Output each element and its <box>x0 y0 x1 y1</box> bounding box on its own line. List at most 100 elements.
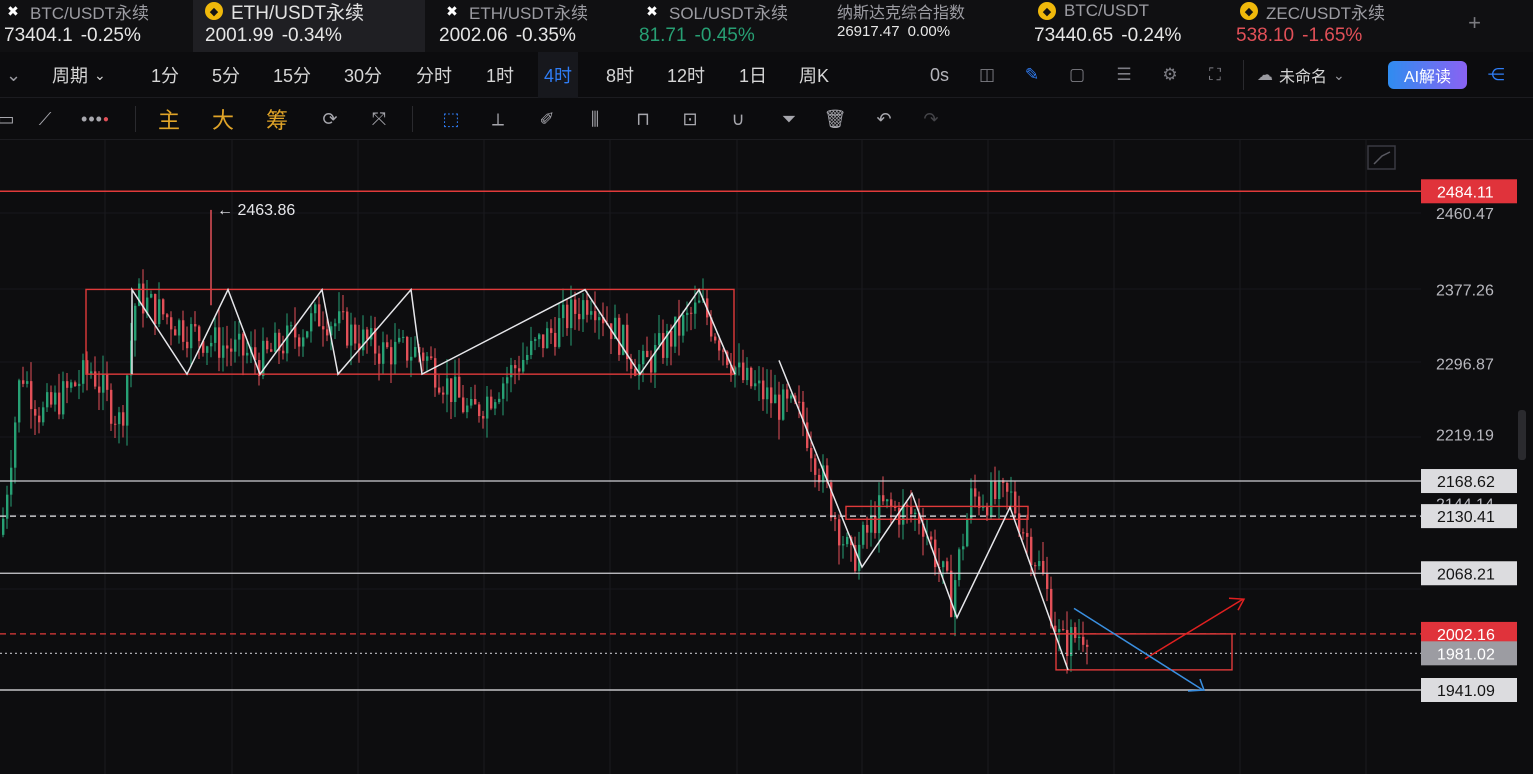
candle-body <box>190 324 193 349</box>
candle-body <box>18 380 21 423</box>
price-scale-handle[interactable] <box>1518 410 1526 460</box>
candle-body <box>238 333 241 340</box>
interval-15m[interactable]: 15分 <box>273 52 311 98</box>
ticker-price: 81.71 <box>639 25 687 46</box>
candle-body <box>982 507 985 509</box>
candle-body <box>434 358 437 388</box>
trendline-icon[interactable]: ⟋ <box>34 106 56 132</box>
candle-body <box>538 334 541 340</box>
interval-week[interactable]: 周K <box>799 52 829 98</box>
candle-body <box>334 323 337 327</box>
interval-1h[interactable]: 1时 <box>486 52 514 98</box>
candle-body <box>178 320 181 336</box>
candle-body <box>950 570 953 617</box>
big-order-button[interactable]: 大 <box>210 106 236 133</box>
magnet-icon[interactable]: ∪ <box>725 106 751 132</box>
candle-body <box>654 345 657 373</box>
period-dropdown[interactable]: 周期 ⌄ <box>52 52 106 98</box>
candle-body <box>674 316 677 347</box>
interval-1d[interactable]: 1日 <box>739 52 767 98</box>
cloud-icon: ☁ <box>1257 67 1273 84</box>
add-tab-button[interactable]: + <box>1468 10 1481 36</box>
ticker-tab-1[interactable]: ◆ ETH/USDT永续 2001.99 -0.34% <box>193 0 425 52</box>
more-tools-icon[interactable]: ••• ● <box>80 106 110 132</box>
chart-canvas[interactable]: ← 2463.862460.472377.262296.872219.19214… <box>0 140 1533 774</box>
candle-body <box>586 300 589 315</box>
candle-body <box>742 362 745 381</box>
candle-body <box>714 336 717 341</box>
candle-body <box>6 494 9 519</box>
candle-body <box>166 314 169 318</box>
binance-icon: ◆ <box>1240 2 1258 20</box>
candle-body <box>134 305 137 341</box>
candle-body <box>206 346 209 353</box>
candle-body <box>1062 629 1065 631</box>
candle-body <box>110 389 113 424</box>
candle-body <box>834 517 837 520</box>
unlock-icon[interactable]: ⊓ <box>630 106 656 132</box>
fullscreen-icon[interactable]: ⛶ <box>1205 65 1225 85</box>
interval-5m[interactable]: 5分 <box>212 52 240 98</box>
eraser-brush-icon[interactable]: ✐ <box>534 106 560 132</box>
edit-note-icon[interactable]: ⊡ <box>677 106 703 132</box>
candle-body <box>838 519 841 546</box>
candle-body <box>942 561 945 568</box>
layout-dropdown[interactable]: ☁ 未命名 ⌄ <box>1257 52 1345 98</box>
price-chart[interactable]: ← 2463.862460.472377.262296.872219.19214… <box>0 140 1533 774</box>
filter-icon[interactable]: ⏷ <box>776 106 802 132</box>
pencil-icon[interactable]: ✎ <box>1022 65 1042 85</box>
main-indicator-button[interactable]: 主 <box>156 106 182 133</box>
layout-name: 未命名 <box>1279 69 1328 86</box>
ticker-tab-3[interactable]: ✖ SOL/USDT永续 81.71 -0.45% <box>625 0 821 52</box>
ruler-icon[interactable]: ⟂ <box>485 106 511 132</box>
ticker-tab-5[interactable]: ◆ BTC/USDT 73440.65 -0.24% <box>1020 0 1222 52</box>
candle-body <box>422 352 425 361</box>
candle-body <box>582 300 585 320</box>
price-tag-label: 2484.11 <box>1437 184 1494 201</box>
candle-body <box>42 407 45 423</box>
ticker-tab-6[interactable]: ◆ ZEC/USDT永续 538.10 -1.65% <box>1222 0 1422 52</box>
candle-body <box>998 480 1001 500</box>
compare-icon[interactable]: ⤧ <box>366 106 392 132</box>
settings-icon[interactable]: ⚙ <box>1160 65 1180 85</box>
candle-body <box>682 314 685 336</box>
candle-body <box>686 312 689 315</box>
comment-icon[interactable]: ▢ <box>1067 65 1087 85</box>
cursor-select-icon[interactable]: ⬚ <box>438 106 464 132</box>
crosshair-icon[interactable]: ▭ <box>0 106 15 132</box>
price-axis-tick: 2219.19 <box>1436 428 1494 445</box>
interval-12h[interactable]: 12时 <box>667 52 705 98</box>
candle-body <box>662 333 665 358</box>
camera-icon[interactable]: ◫ <box>977 65 997 85</box>
candle-body <box>694 302 697 314</box>
candle-body <box>26 381 29 384</box>
candle-body <box>798 401 801 403</box>
ai-analysis-button[interactable]: AI解读 <box>1388 61 1467 89</box>
redo-icon[interactable]: ↷ <box>918 106 944 132</box>
ticker-tab-2[interactable]: ✖ ETH/USDT永续 2002.06 -0.35% <box>425 0 625 52</box>
undo-icon[interactable]: ↶ <box>871 106 897 132</box>
replay-icon[interactable]: ⟳ <box>317 106 343 132</box>
list-icon[interactable]: ☰ <box>1114 65 1134 85</box>
ticker-tab-0[interactable]: ✖ BTC/USDT永续 73404.1 -0.25% <box>0 0 193 52</box>
candles-icon[interactable]: ⫼ <box>582 106 608 132</box>
ticker-tab-4[interactable]: 纳斯达克综合指数 26917.47 0.00% <box>821 0 1020 52</box>
interval-1m[interactable]: 1分 <box>151 52 179 98</box>
candle-body <box>598 317 601 321</box>
trash-icon[interactable]: 🗑︎ <box>822 106 848 132</box>
candle-body <box>90 371 93 374</box>
interval-30m[interactable]: 30分 <box>344 52 382 98</box>
chip-distribution-button[interactable]: 筹 <box>264 106 290 133</box>
interval-8h[interactable]: 8时 <box>606 52 634 98</box>
candle-body <box>118 412 121 425</box>
interval-4h[interactable]: 4时 <box>538 52 579 98</box>
candle-body <box>218 327 221 358</box>
candle-body <box>646 350 649 358</box>
candle-body <box>50 392 53 405</box>
interval-timeshare[interactable]: 分时 <box>416 52 452 98</box>
candle-body <box>490 396 493 409</box>
price-axis-tick: 2460.47 <box>1436 206 1494 223</box>
candle-body <box>738 362 741 368</box>
collapse-chevron-icon[interactable]: ⌄ <box>6 52 21 98</box>
share-icon[interactable]: ⋲ <box>1486 65 1506 85</box>
